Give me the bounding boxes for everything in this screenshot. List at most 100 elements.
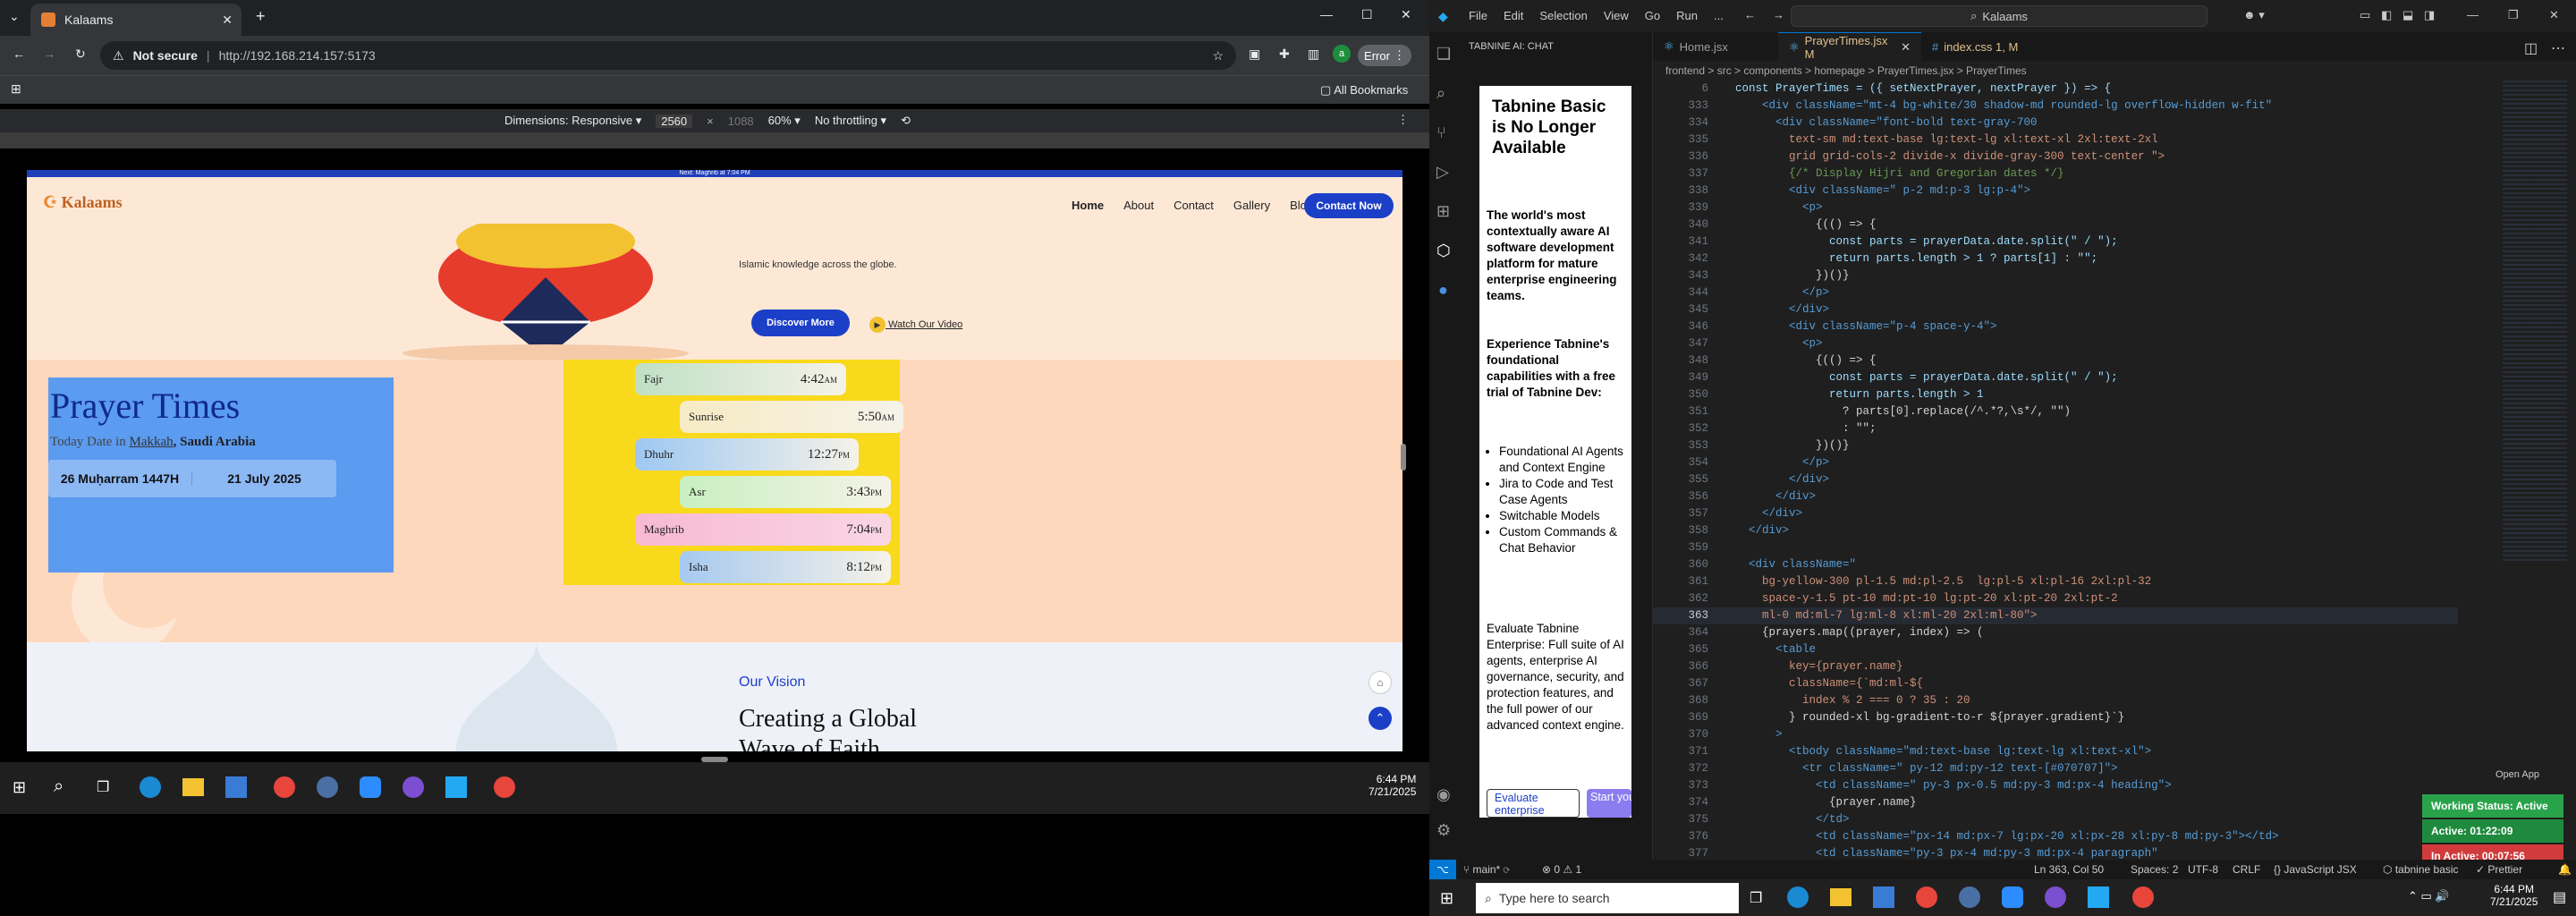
menu-item[interactable]: Edit xyxy=(1504,9,1523,22)
apps-grid-icon[interactable]: ⊞ xyxy=(11,81,21,97)
discover-more-button[interactable]: Discover More xyxy=(751,310,850,336)
chrome-icon[interactable] xyxy=(1916,886,1937,908)
close-icon[interactable]: ✕ xyxy=(2549,8,2559,22)
extensions-icon[interactable]: ⊞ xyxy=(1436,202,1450,221)
open-app-label[interactable]: Open App xyxy=(2496,769,2539,780)
account-icon[interactable]: ◉ xyxy=(1436,785,1451,804)
nav-about[interactable]: About xyxy=(1123,199,1154,212)
remote-icon[interactable]: ⌥ xyxy=(1429,860,1456,879)
explorer-icon[interactable]: ❏ xyxy=(1436,45,1451,64)
tab-search-icon[interactable]: ⌄ xyxy=(9,9,20,24)
height-input[interactable]: 1088 xyxy=(728,114,754,128)
extensions-puzzle-icon[interactable]: ✚ xyxy=(1279,47,1290,62)
start-icon[interactable]: ⊞ xyxy=(13,778,26,797)
app-icon[interactable] xyxy=(1959,886,1980,908)
nav-gallery[interactable]: Gallery xyxy=(1233,199,1270,212)
more-actions-icon[interactable]: ⋯ xyxy=(2551,39,2565,57)
nav-home[interactable]: Home xyxy=(1072,199,1104,212)
rotate-icon[interactable]: ⟲ xyxy=(901,114,911,128)
menu-item[interactable]: Run xyxy=(1676,9,1698,22)
prettier-status[interactable]: ✓ Prettier xyxy=(2476,863,2522,876)
source-control-icon[interactable]: ⑂ xyxy=(1436,123,1446,142)
problems-status[interactable]: ⊗ 0 ⚠ 1 xyxy=(1542,863,1581,876)
run-debug-icon[interactable]: ▷ xyxy=(1436,163,1449,182)
branch-status[interactable]: ⑂ main* ⟳ xyxy=(1463,863,1510,876)
all-bookmarks[interactable]: ▢ All Bookmarks xyxy=(1320,83,1408,98)
watch-video-link[interactable]: ▶ Watch Our Video xyxy=(869,317,962,333)
start-dev-trial-button[interactable]: Start your Dev trial xyxy=(1587,789,1631,818)
store-icon[interactable] xyxy=(225,776,247,798)
task-view-icon[interactable]: ❐ xyxy=(1750,889,1762,907)
search-view-icon[interactable]: ⌕ xyxy=(1436,84,1445,103)
error-button[interactable]: Error ⋮ xyxy=(1358,45,1411,66)
side-panel-icon[interactable]: ▥ xyxy=(1308,47,1319,62)
start-icon[interactable]: ⊞ xyxy=(1440,889,1453,908)
file-explorer-icon[interactable] xyxy=(182,778,204,796)
width-input[interactable]: 2560 xyxy=(656,114,693,128)
tabnine-status[interactable]: ⬡ tabnine basic xyxy=(2383,863,2459,876)
copilot-icon[interactable]: ☻ ▾ xyxy=(2243,8,2265,22)
right-clock[interactable]: 6:44 PM 7/21/2025 xyxy=(2490,883,2538,908)
menu-item[interactable]: ... xyxy=(1714,9,1724,22)
secondary-sidebar-icon[interactable]: ◨ xyxy=(2424,8,2435,22)
taskbar-search[interactable]: ⌕ Type here to search xyxy=(1476,883,1739,913)
encoding[interactable]: UTF-8 xyxy=(2188,863,2218,876)
close-tab-icon[interactable]: ✕ xyxy=(222,13,233,28)
left-clock[interactable]: 6:44 PM 7/21/2025 xyxy=(1368,773,1416,798)
bookmark-star-icon[interactable]: ☆ xyxy=(1212,48,1224,64)
menu-item[interactable]: View xyxy=(1604,9,1629,22)
panel-toggle-icon[interactable]: ⬓ xyxy=(2402,8,2413,22)
tab-prayertimes-jsx[interactable]: ⚛ PrayerTimes.jsx M ✕ xyxy=(1778,32,1921,61)
forward-icon[interactable]: → xyxy=(43,47,55,61)
back-icon[interactable]: ← xyxy=(13,47,25,61)
minimize-icon[interactable]: — xyxy=(1320,7,1333,21)
minimap[interactable] xyxy=(2503,81,2567,564)
nav-forward-icon[interactable]: → xyxy=(1773,8,1784,21)
search-icon[interactable]: ⌕ xyxy=(54,776,64,797)
task-view-icon[interactable]: ❐ xyxy=(97,778,109,796)
code-area[interactable]: 6 const PrayerTimes = ({ setNextPrayer, n… xyxy=(1653,81,2576,860)
zoom-app-icon[interactable] xyxy=(2002,886,2023,908)
file-explorer-icon[interactable] xyxy=(1830,888,1852,906)
menu-item[interactable]: File xyxy=(1469,9,1487,22)
contact-now-button[interactable]: Contact Now xyxy=(1304,193,1394,218)
browser-tab[interactable]: Kalaams ✕ xyxy=(30,4,242,36)
viewport-resize-handle[interactable] xyxy=(1401,444,1406,471)
system-tray-icons[interactable]: ⌃ ▭ 🔊 xyxy=(2408,889,2450,903)
menu-item[interactable]: Go xyxy=(1645,9,1660,22)
menu-item[interactable]: Selection xyxy=(1539,9,1587,22)
chrome-icon-2[interactable] xyxy=(494,776,515,798)
site-logo[interactable]: ☪ Kalaams xyxy=(43,193,123,212)
city-link[interactable]: Makkah xyxy=(130,435,174,449)
edge-icon[interactable] xyxy=(1787,886,1809,908)
split-editor-icon[interactable]: ◫ xyxy=(2524,39,2538,57)
throttle-select[interactable]: No throttling ▾ xyxy=(815,114,886,128)
zoom-app-icon[interactable] xyxy=(360,776,381,798)
vscode-icon[interactable] xyxy=(445,776,467,798)
accessibility-button[interactable]: ⌂ xyxy=(1368,671,1392,694)
close-tab-icon[interactable]: ✕ xyxy=(1901,40,1911,55)
sidebar-toggle-icon[interactable]: ◧ xyxy=(2381,8,2392,22)
new-tab-icon[interactable]: + xyxy=(256,7,266,26)
edge-icon[interactable] xyxy=(140,776,161,798)
maximize-icon[interactable]: ☐ xyxy=(1361,7,1373,22)
cursor-position[interactable]: Ln 363, Col 50 xyxy=(2034,863,2104,876)
extension-drop-icon[interactable]: ● xyxy=(1438,281,1448,300)
restore-icon[interactable]: ❐ xyxy=(2508,8,2519,22)
reload-icon[interactable]: ↻ xyxy=(75,47,86,62)
chrome-icon-2[interactable] xyxy=(2132,886,2154,908)
github-icon[interactable] xyxy=(402,776,424,798)
scroll-top-button[interactable]: ⌃ xyxy=(1368,707,1392,730)
tabnine-icon[interactable]: ⬡ xyxy=(1436,242,1451,260)
notification-center-icon[interactable]: ▤ xyxy=(2553,888,2566,906)
store-icon[interactable] xyxy=(1873,886,1894,908)
extension-icon[interactable]: ▣ xyxy=(1249,47,1260,62)
settings-gear-icon[interactable]: ⚙ xyxy=(1436,821,1451,840)
indentation[interactable]: Spaces: 2 xyxy=(2131,863,2178,876)
app-icon[interactable] xyxy=(317,776,338,798)
vscode-icon[interactable] xyxy=(2088,886,2109,908)
dimensions-select[interactable]: Dimensions: Responsive ▾ xyxy=(504,114,641,128)
minimize-icon[interactable]: — xyxy=(2467,8,2479,21)
eol[interactable]: CRLF xyxy=(2233,863,2260,876)
close-window-icon[interactable]: ✕ xyxy=(1401,7,1411,22)
